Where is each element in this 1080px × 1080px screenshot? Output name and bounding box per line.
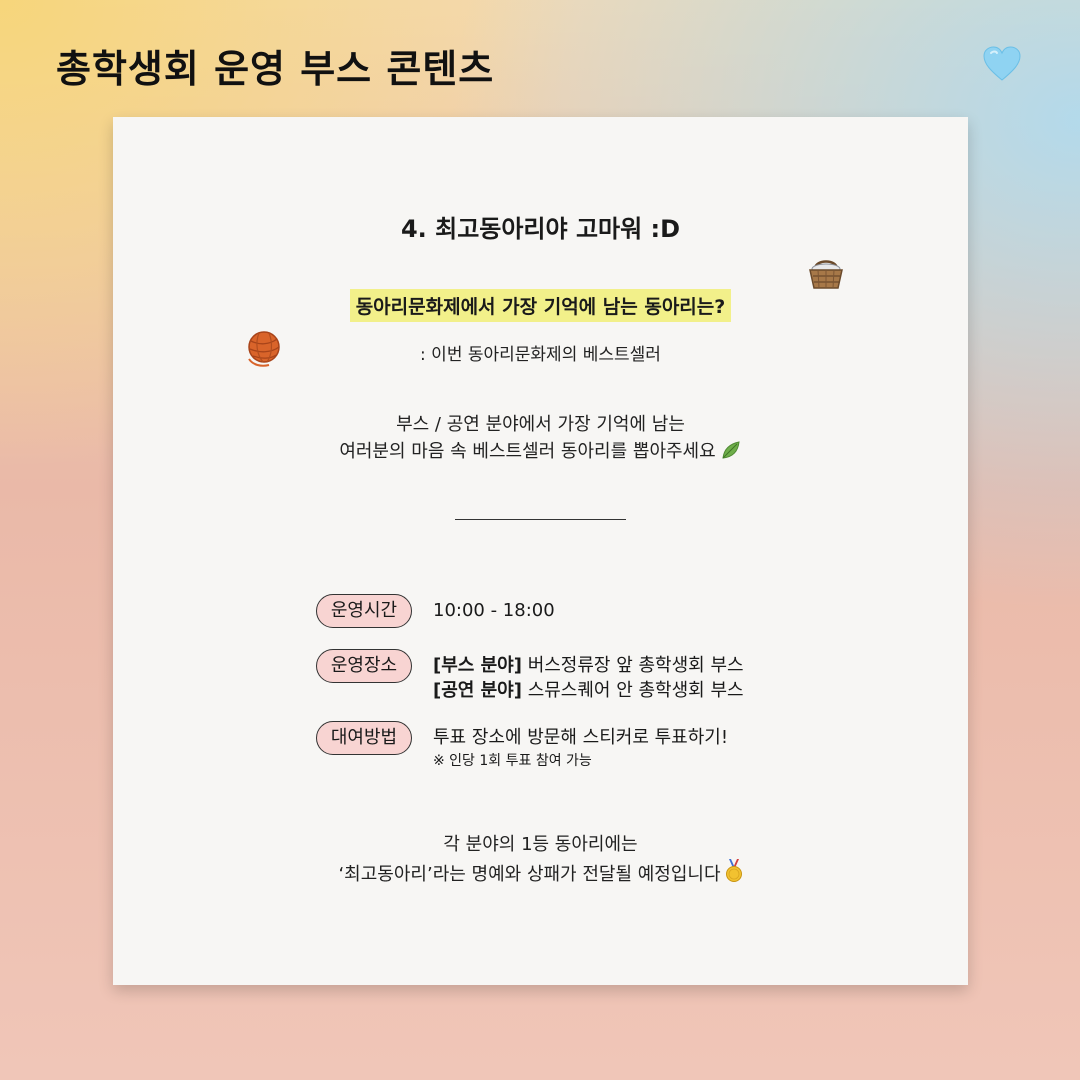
location-line-performance: [공연 분야] 스뮤스퀘어 안 총학생회 부스 xyxy=(433,678,744,703)
leaf-icon xyxy=(722,441,740,459)
label-location: 운영장소 xyxy=(316,649,412,683)
section-title: 4. 최고동아리야 고마워 :D xyxy=(400,215,681,243)
description-line-2-text: 여러분의 마음 속 베스트셀러 동아리를 뽑아주세요 xyxy=(339,441,716,462)
divider xyxy=(455,519,626,520)
location-booth-text: 버스정류장 앞 총학생회 부스 xyxy=(521,655,744,676)
operating-hours-value: 10:00 - 18:00 xyxy=(433,598,555,623)
content-card: 4. 최고동아리야 고마워 :D 동아리문화제에서 가장 기억에 남는 동아리는… xyxy=(113,117,968,985)
gold-medal-icon xyxy=(725,859,742,882)
location-performance-tag: [공연 분야] xyxy=(433,680,522,701)
basket-icon xyxy=(809,260,843,289)
location-value: [부스 분야] 버스정류장 앞 총학생회 부스 [공연 분야] 스뮤스퀘어 안 … xyxy=(433,653,744,703)
method-text: 투표 장소에 방문해 스티커로 투표하기! xyxy=(433,727,729,748)
light-blue-heart-icon xyxy=(983,46,1021,81)
closing-line-2-text: ‘최고동아리’라는 명예와 상패가 전달될 예정입니다 xyxy=(338,864,721,885)
closing-text: 각 분야의 1등 동아리에는 ‘최고동아리’라는 명예와 상패가 전달될 예정입… xyxy=(113,831,968,889)
description-line-1: 부스 / 공연 분야에서 가장 기억에 남는 xyxy=(396,414,685,435)
location-line-booth: [부스 분야] 버스정류장 앞 총학생회 부스 xyxy=(433,653,744,678)
closing-line-2: ‘최고동아리’라는 명예와 상패가 전달될 예정입니다 xyxy=(113,859,968,889)
subtitle: : 이번 동아리문화제의 베스트셀러 xyxy=(420,345,661,365)
operating-hours-text: 10:00 - 18:00 xyxy=(433,600,555,621)
question-highlight: 동아리문화제에서 가장 기억에 남는 동아리는? xyxy=(349,289,732,322)
label-method: 대여방법 xyxy=(316,721,412,755)
location-performance-text: 스뮤스퀘어 안 총학생회 부스 xyxy=(521,680,744,701)
question-wrap: 동아리문화제에서 가장 기억에 남는 동아리는? xyxy=(113,289,968,322)
location-booth-tag: [부스 분야] xyxy=(433,655,522,676)
label-operating-hours: 운영시간 xyxy=(316,594,412,628)
page-title: 총학생회 운영 부스 콘텐츠 xyxy=(56,46,495,91)
closing-line-1: 각 분야의 1등 동아리에는 xyxy=(443,834,638,855)
description-line-2: 여러분의 마음 속 베스트셀러 동아리를 뽑아주세요 xyxy=(113,438,968,465)
description: 부스 / 공연 분야에서 가장 기억에 남는 여러분의 마음 속 베스트셀러 동… xyxy=(113,411,968,465)
method-value: 투표 장소에 방문해 스티커로 투표하기! ※ 인당 1회 투표 참여 가능 xyxy=(433,725,728,772)
method-note: ※ 인당 1회 투표 참여 가능 xyxy=(433,753,592,769)
